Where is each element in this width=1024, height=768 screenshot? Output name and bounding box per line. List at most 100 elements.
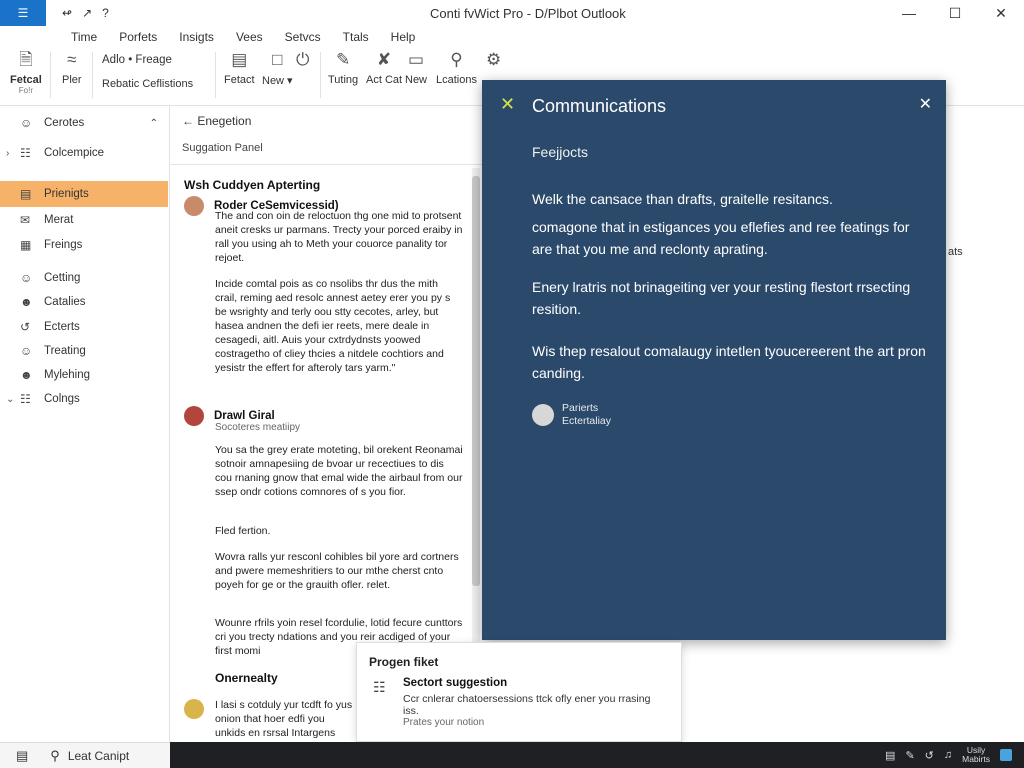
- suggestion-heading[interactable]: Sectort suggestion: [403, 677, 507, 689]
- redo-icon[interactable]: ↗: [82, 6, 92, 20]
- share-icon: ↺: [20, 320, 31, 334]
- folder-icon: ☷: [20, 392, 31, 406]
- sound-icon[interactable]: ♫: [944, 749, 952, 761]
- title-bar: ☰ ↫ ↗ ? Conti fvWict Pro - D/Plbot Outlo…: [0, 0, 1024, 26]
- window-controls: — ☐ ✕: [886, 0, 1024, 26]
- message-body: You sa the grey erate moteting, bil orek…: [215, 444, 463, 498]
- undo-icon[interactable]: ↫: [62, 6, 72, 20]
- panel-paragraph: Wis thep resalout comalaugy intetlen tyo…: [532, 343, 926, 381]
- app-menu-icon[interactable]: ☰: [0, 0, 46, 26]
- search-label[interactable]: Leat Canipt: [68, 749, 129, 763]
- clock[interactable]: Usily Mabirts: [962, 746, 990, 764]
- tuting-button[interactable]: ✎ Tuting: [328, 50, 358, 86]
- notification-icon[interactable]: [1000, 749, 1012, 761]
- truncated-label: ats: [948, 246, 963, 258]
- menu-time[interactable]: Time: [60, 26, 108, 48]
- sidebar-item-mylehing[interactable]: ☻ Mylehing: [0, 362, 168, 388]
- layout-icon[interactable]: ▤: [16, 748, 28, 764]
- close-window-button[interactable]: ✕: [978, 0, 1024, 26]
- copilot-icon: ✕: [500, 94, 516, 114]
- mail-icon: ✉: [20, 213, 31, 227]
- chevron-down-icon[interactable]: ⌄: [6, 394, 14, 405]
- pler-button[interactable]: ≈ Pler: [62, 50, 82, 86]
- scrollbar-thumb[interactable]: [472, 176, 480, 586]
- settings-button[interactable]: ⚙: [486, 50, 501, 74]
- sidebar-item-colcempice[interactable]: › ☷ Colcempice: [0, 140, 168, 166]
- menu-insigts[interactable]: Insigts: [168, 26, 225, 48]
- act-cat-button[interactable]: ✘ Act Cat: [366, 50, 402, 86]
- message-body: I lasi s cotduly yur tcdft fo yus onion …: [215, 699, 353, 739]
- person-icon: ☺: [20, 344, 33, 358]
- menu-porfets[interactable]: Porfets: [108, 26, 168, 48]
- message-body: Wovra ralls yur resconl cohibles bil yor…: [215, 551, 459, 591]
- new-window-button[interactable]: ▭ New: [405, 50, 427, 86]
- window-title: Conti fvWict Pro - D/Plbot Outlook: [430, 6, 626, 21]
- message-body: The and con oin de reloctuon thg one mid…: [215, 210, 463, 264]
- minimize-button[interactable]: —: [886, 0, 932, 26]
- avatar: [184, 196, 204, 216]
- folder-sidebar: ☺ Cerotes ⌃ › ☷ Colcempice ▤ Prienigts ✉…: [0, 106, 170, 742]
- back-navigation[interactable]: ← Enegetion: [182, 114, 251, 128]
- power-button[interactable]: ⏻: [296, 50, 309, 74]
- people-icon: ☻: [20, 295, 33, 309]
- power-icon: ⏻: [296, 50, 310, 69]
- rebatic-ceflistions-button[interactable]: Rebatic Ceflistions: [102, 78, 193, 90]
- fetact-button[interactable]: ▤ Fetact: [224, 50, 255, 86]
- sidebar-item-prienigts[interactable]: ▤ Prienigts: [0, 181, 168, 207]
- chevron-up-icon[interactable]: ⌃: [150, 118, 158, 129]
- gear-icon: ⚙: [486, 50, 502, 69]
- avatar: [184, 406, 204, 426]
- folder-icon: ☷: [20, 146, 31, 160]
- panel-subtitle: Feejjocts: [532, 144, 589, 160]
- avatar: [184, 699, 204, 719]
- close-panel-button[interactable]: ✕: [919, 94, 932, 114]
- sidebar-item-ecterts[interactable]: ↺ Ecterts: [0, 314, 168, 340]
- person-icon: ☺: [20, 116, 33, 130]
- communications-panel: ✕ Communications ✕ Feejjocts Welk the ca…: [482, 80, 946, 640]
- chevron-right-icon[interactable]: ›: [6, 148, 9, 159]
- document-icon: 🗎: [19, 50, 33, 69]
- pane-subheader: Suggation Panel: [182, 142, 263, 154]
- document-icon: ▤: [20, 187, 32, 201]
- fetcal-button[interactable]: 🗎 Fetcal Fo!r: [10, 50, 42, 95]
- pen-icon[interactable]: ✎: [905, 749, 914, 762]
- tools-icon: ✘: [376, 50, 392, 69]
- menu-vees[interactable]: Vees: [225, 26, 274, 48]
- sidebar-item-merat[interactable]: ✉ Merat: [0, 207, 168, 233]
- new-icon: □: [272, 50, 283, 69]
- menu-ttals[interactable]: Ttals: [332, 26, 380, 48]
- message-body: Fled fertion.: [215, 525, 271, 537]
- person-icon: ☺: [20, 271, 33, 285]
- sidebar-item-freings[interactable]: ▦ Freings: [0, 232, 168, 258]
- format-icon: ▤: [231, 50, 248, 69]
- search-icon[interactable]: ⚲: [50, 748, 60, 764]
- sender-subtitle: Socoteres meatiipy: [215, 422, 301, 433]
- new-dropdown-button[interactable]: □ New ▾: [262, 50, 293, 87]
- divider: [170, 164, 482, 165]
- sidebar-item-cetting[interactable]: ☺ Cetting: [0, 265, 168, 291]
- help-icon[interactable]: ?: [102, 6, 109, 20]
- sync-icon[interactable]: ↺: [925, 749, 934, 762]
- keyboard-icon[interactable]: ▤: [885, 749, 895, 762]
- panel-author: Parierts Ectertaliay: [532, 402, 611, 428]
- sidebar-item-catalies[interactable]: ☻ Catalies: [0, 289, 168, 315]
- people-icon: ☻: [20, 368, 33, 382]
- location-icon: ⚲: [450, 50, 463, 69]
- menu-setvcs[interactable]: Setvcs: [274, 26, 332, 48]
- message-sender[interactable]: [184, 699, 214, 719]
- sidebar-item-treating[interactable]: ☺ Treating: [0, 338, 168, 364]
- window-icon: ▭: [407, 50, 425, 69]
- sidebar-item-cerotes[interactable]: ☺ Cerotes ⌃: [0, 110, 168, 136]
- sidebar-item-colngs[interactable]: ⌄ ☷ Colngs: [0, 386, 168, 412]
- maximize-button[interactable]: ☐: [932, 0, 978, 26]
- locations-button[interactable]: ⚲ Lcations: [436, 50, 477, 86]
- outlook-window: ☰ ↫ ↗ ? Conti fvWict Pro - D/Plbot Outlo…: [0, 0, 1024, 768]
- adio-freage-dropdown[interactable]: Adlo • Freage: [102, 54, 172, 66]
- panel-paragraph: Enery lratris not brinageiting ver your …: [532, 279, 911, 317]
- section-title: Wsh Cuddyen Apterting: [184, 178, 321, 192]
- grid-icon: ▦: [20, 238, 32, 252]
- pen-icon: ✎: [335, 50, 351, 69]
- menu-help[interactable]: Help: [380, 26, 427, 48]
- section-title: Onernealty: [215, 671, 278, 685]
- suggestion-link[interactable]: Prates your notion: [403, 717, 484, 728]
